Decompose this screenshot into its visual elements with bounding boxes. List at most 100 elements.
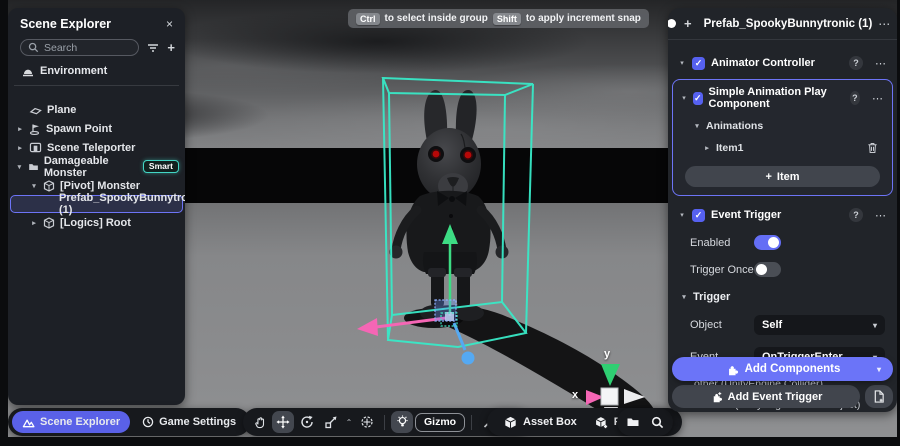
asset-box-icon bbox=[504, 416, 517, 429]
trigger-once-toggle[interactable] bbox=[754, 262, 781, 277]
tree-item-label: Plane bbox=[47, 104, 76, 116]
component-simple-animation-play[interactable]: ▾ ✓ Simple Animation Play Component ? ⋯ … bbox=[672, 79, 893, 196]
tree-item-label: Scene Teleporter bbox=[47, 142, 135, 154]
hint-bar: Ctrl to select inside group Shift to app… bbox=[348, 9, 649, 28]
trigger-label: Trigger bbox=[693, 291, 730, 303]
object-select[interactable]: Self ▾ bbox=[754, 315, 885, 335]
simple-anim-enabled-checkbox[interactable]: ✓ bbox=[693, 92, 703, 105]
cube-icon bbox=[43, 180, 55, 192]
tree-item-label: Spawn Point bbox=[46, 123, 112, 135]
component-title: Simple Animation Play Component bbox=[709, 86, 844, 110]
chevron-down-icon[interactable]: ▾ bbox=[681, 94, 687, 102]
enabled-label: Enabled bbox=[690, 237, 754, 249]
scale-tool-button[interactable] bbox=[320, 411, 342, 433]
chevron-down-icon[interactable]: ▾ bbox=[693, 122, 701, 130]
environment-icon bbox=[22, 66, 34, 77]
pan-tool-button[interactable] bbox=[248, 411, 270, 433]
animations-group-row[interactable]: ▾ Animations bbox=[673, 115, 892, 137]
tree-item-plane[interactable]: Plane bbox=[8, 100, 185, 119]
window-edge-left bbox=[0, 0, 8, 446]
tree-item-label: [Logics] Root bbox=[60, 217, 131, 229]
move-tool-button[interactable] bbox=[272, 411, 294, 433]
chevron-down-icon[interactable]: ▾ bbox=[678, 59, 686, 67]
item1-label: Item1 bbox=[716, 142, 743, 154]
search-box[interactable] bbox=[20, 39, 139, 56]
expand-icon[interactable]: ▾ bbox=[16, 163, 23, 171]
search-icon bbox=[651, 416, 664, 429]
chevron-down-icon[interactable]: ▾ bbox=[678, 211, 686, 219]
expand-icon[interactable]: ▸ bbox=[30, 219, 38, 227]
new-script-button[interactable] bbox=[865, 385, 893, 408]
rotate-tool-button[interactable] bbox=[296, 411, 318, 433]
snap-grid-button[interactable] bbox=[356, 411, 378, 433]
add-event-trigger-button[interactable]: Add Event Trigger bbox=[672, 385, 860, 408]
chevron-right-icon[interactable]: ▸ bbox=[703, 144, 711, 152]
tree-item-damageable-monster[interactable]: ▾ Damageable Monster Smart bbox=[8, 157, 185, 176]
component-menu-icon[interactable]: ⋯ bbox=[872, 92, 884, 105]
cube-icon bbox=[43, 217, 55, 229]
rotate-icon bbox=[300, 415, 314, 429]
puzzle-plus-icon bbox=[710, 391, 722, 403]
puzzle-icon bbox=[725, 363, 738, 376]
gizmo-button[interactable]: Gizmo bbox=[415, 413, 465, 432]
animator-enabled-checkbox[interactable]: ✓ bbox=[692, 57, 705, 70]
tab-scene-explorer[interactable]: Scene Explorer bbox=[12, 411, 130, 433]
more-options-icon[interactable]: ⋯ bbox=[878, 17, 891, 31]
help-icon[interactable]: ? bbox=[849, 208, 863, 222]
close-icon[interactable]: × bbox=[166, 17, 173, 31]
light-toggle-button[interactable] bbox=[391, 411, 413, 433]
divider bbox=[14, 85, 179, 86]
component-menu-icon[interactable]: ⋯ bbox=[875, 209, 887, 222]
add-icon[interactable]: + bbox=[684, 17, 692, 30]
event-trigger-checkbox[interactable]: ✓ bbox=[692, 209, 705, 222]
hint-text-1: to select inside group bbox=[385, 13, 488, 24]
plane-icon bbox=[29, 104, 42, 116]
window-edge-bottom bbox=[0, 437, 900, 446]
component-menu-icon[interactable]: ⋯ bbox=[875, 57, 887, 70]
footer-nav: Scene Explorer Game Settings bbox=[8, 408, 250, 436]
expand-icon[interactable]: ▸ bbox=[16, 144, 24, 152]
expand-icon[interactable]: ▸ bbox=[16, 125, 24, 133]
snap-grid-icon bbox=[360, 415, 374, 429]
divider bbox=[384, 415, 385, 430]
hand-icon bbox=[253, 416, 266, 429]
help-icon[interactable]: ? bbox=[850, 91, 860, 105]
folder-button[interactable] bbox=[622, 411, 644, 433]
expand-icon[interactable]: ▾ bbox=[30, 182, 38, 190]
tree-item-spawn-point[interactable]: ▸ Spawn Point bbox=[8, 119, 185, 138]
add-object-icon[interactable]: + bbox=[167, 41, 175, 54]
search-input[interactable] bbox=[44, 42, 114, 54]
object-value: Self bbox=[762, 319, 782, 331]
files-bar bbox=[617, 408, 673, 436]
trash-icon[interactable] bbox=[867, 142, 878, 154]
trigger-subheader[interactable]: ▾ Trigger bbox=[668, 283, 897, 309]
enabled-toggle[interactable] bbox=[754, 235, 781, 250]
search-assets-button[interactable] bbox=[646, 411, 668, 433]
filter-icon[interactable] bbox=[146, 41, 160, 55]
mountain-icon bbox=[22, 417, 35, 428]
tree-item-prefab-spookybunnytronic[interactable]: Prefab_SpookyBunnytronic (1) bbox=[10, 195, 183, 213]
folder-icon bbox=[626, 416, 640, 428]
chevron-down-icon[interactable]: ▾ bbox=[680, 293, 688, 301]
spawn-point-icon bbox=[29, 123, 41, 135]
environment-row[interactable]: Environment bbox=[8, 62, 185, 83]
tab-label: Scene Explorer bbox=[40, 416, 120, 428]
gizmo-plane-handle[interactable] bbox=[435, 300, 456, 321]
scene-explorer-title: Scene Explorer bbox=[20, 17, 111, 31]
tool-options-caret[interactable]: ⌃ bbox=[344, 418, 354, 427]
script-file-icon bbox=[873, 390, 885, 403]
object-label: Object bbox=[690, 319, 754, 331]
add-item-label: Item bbox=[777, 171, 800, 183]
add-components-button[interactable]: Add Components ▾ bbox=[672, 357, 893, 381]
animation-item1-row[interactable]: ▸ Item1 bbox=[673, 137, 892, 159]
environment-label: Environment bbox=[40, 65, 107, 77]
add-item-button[interactable]: + Item bbox=[685, 166, 880, 187]
scene-tree: Plane ▸ Spawn Point ▸ Scene Teleporter ▾ bbox=[8, 92, 185, 232]
help-icon[interactable]: ? bbox=[849, 56, 863, 70]
axis-cube[interactable] bbox=[601, 388, 618, 405]
component-animator-controller[interactable]: ▾ ✓ Animator Controller ? ⋯ bbox=[668, 40, 897, 77]
packages-icon bbox=[595, 416, 608, 429]
component-event-trigger[interactable]: ▾ ✓ Event Trigger ? ⋯ bbox=[668, 196, 897, 229]
asset-box-button[interactable]: Asset Box bbox=[495, 416, 586, 429]
tab-game-settings[interactable]: Game Settings bbox=[132, 411, 246, 433]
